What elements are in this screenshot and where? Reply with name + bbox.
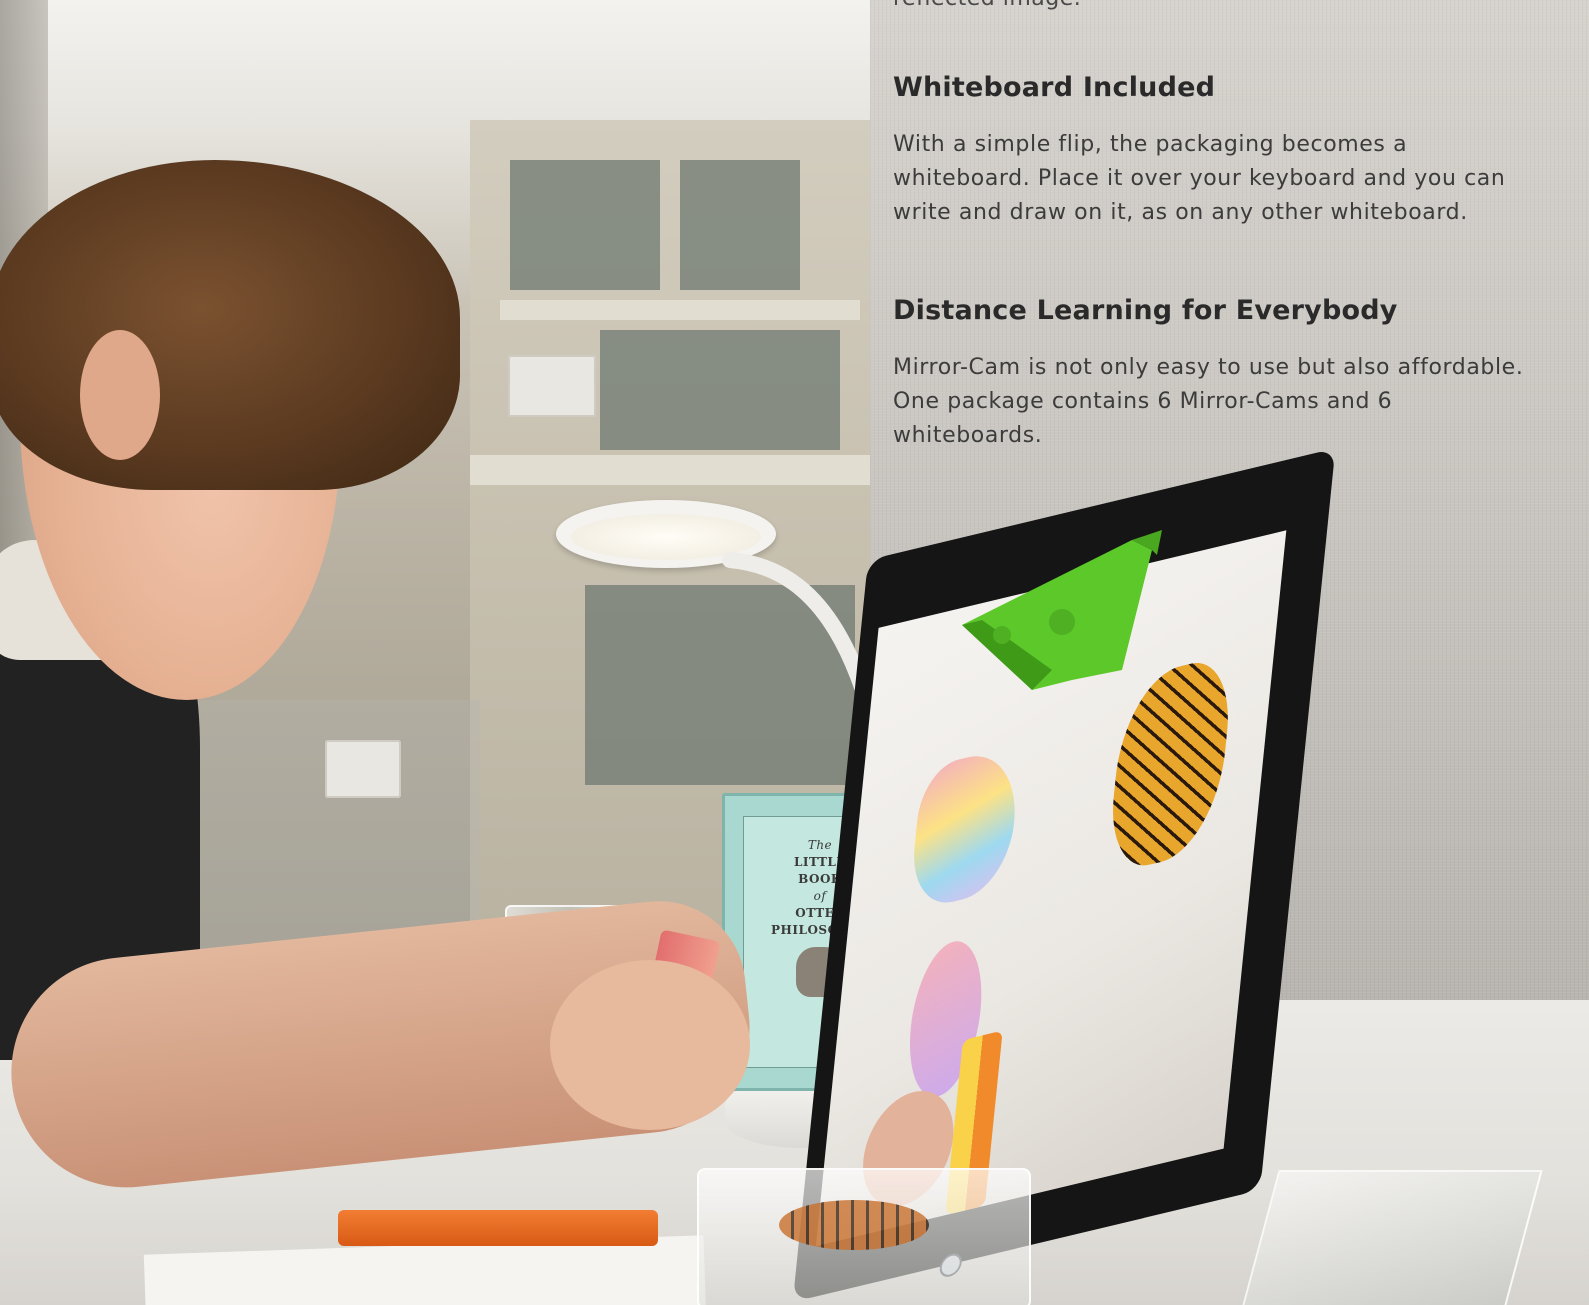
building-window	[510, 160, 660, 290]
section-heading: Distance Learning for Everybody	[893, 295, 1398, 326]
paragraph-line: Mirror-Cam is not only easy to use but a…	[893, 355, 1524, 380]
butterfly-resin-block	[697, 1168, 1031, 1305]
section-paragraph: Mirror-Cam is not only easy to use but a…	[893, 351, 1533, 453]
paragraph-line: write and draw on it, as on any other wh…	[893, 200, 1468, 225]
boy-ear	[80, 330, 160, 460]
paragraph-line: With a simple flip, the packaging become…	[893, 132, 1408, 157]
air-conditioner	[508, 355, 596, 417]
building-ledge	[500, 300, 860, 320]
air-conditioner	[325, 740, 401, 798]
paragraph-line: whiteboard. Place it over your keyboard …	[893, 166, 1506, 191]
paragraph-line: One package contains 6 Mirror-Cams and 6	[893, 389, 1393, 414]
resin-specimen	[1241, 1170, 1543, 1305]
building-window	[600, 330, 840, 450]
boy-hair	[0, 160, 460, 490]
orange-crayon	[338, 1210, 658, 1246]
mirror-cam	[962, 530, 1162, 690]
paragraph-line: whiteboards.	[893, 423, 1043, 448]
section-paragraph: With a simple flip, the packaging become…	[893, 128, 1533, 230]
building-ledge	[470, 455, 870, 485]
previous-paragraph-fragment: reflected image.	[893, 0, 1081, 11]
butterfly-specimen	[779, 1200, 929, 1250]
wing-drawing	[907, 744, 1023, 913]
boy-hand	[550, 960, 750, 1130]
building-window	[680, 160, 800, 290]
section-heading: Whiteboard Included	[893, 72, 1216, 103]
